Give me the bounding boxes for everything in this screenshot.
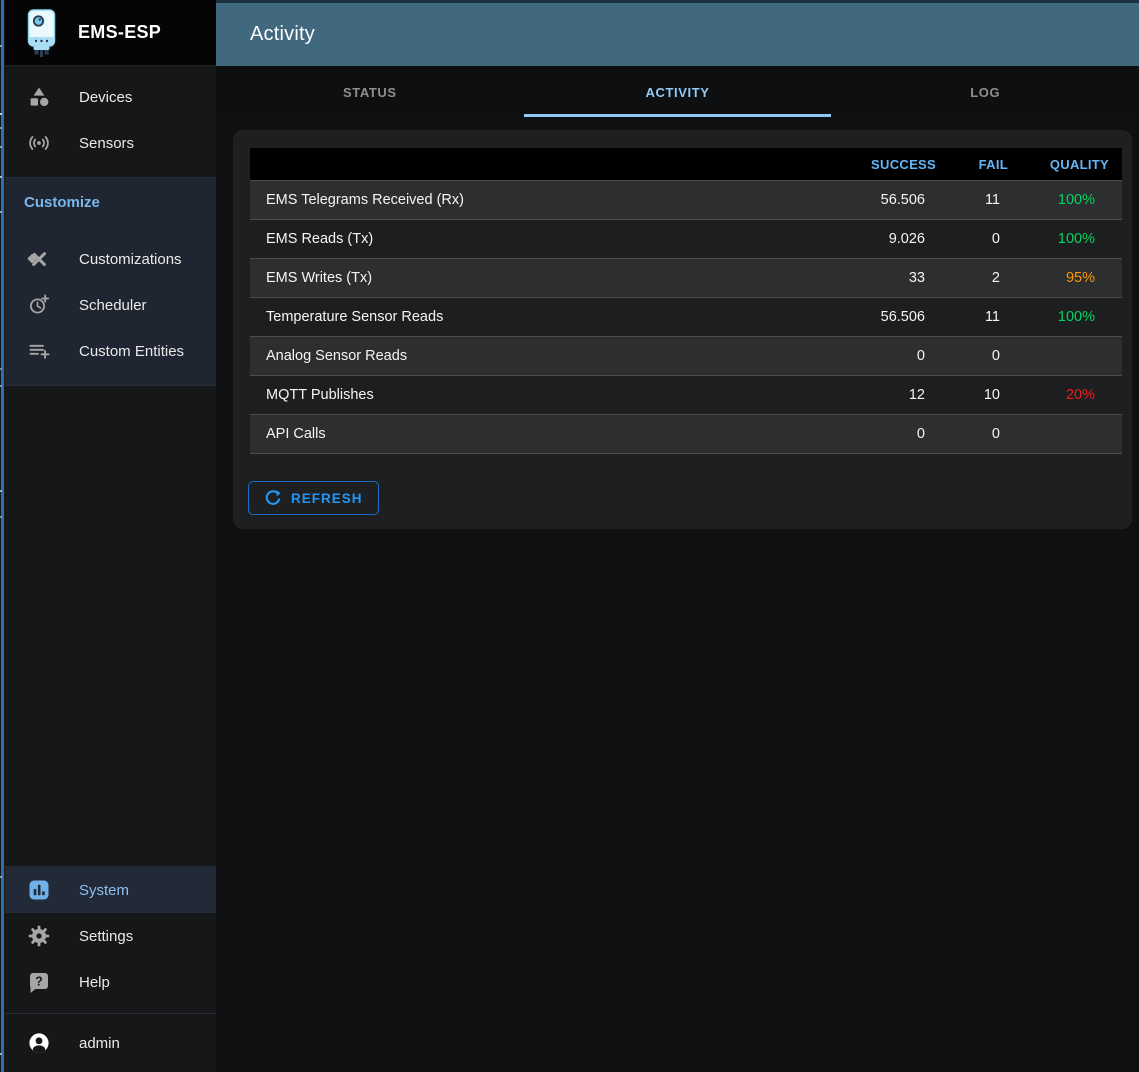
sidebar-spacer [0,386,216,866]
customize-section-label: Customize [0,188,216,218]
refresh-button-label: REFRESH [291,491,363,506]
user-name-label: admin [79,1035,120,1052]
table-row: MQTT Publishes121020% [250,375,1122,414]
analytics-icon [27,878,51,902]
table-row: EMS Writes (Tx)33295% [250,258,1122,297]
fail-value: 10 [936,387,1026,403]
sidebar-item-sensors[interactable]: Sensors [0,120,216,166]
row-label: MQTT Publishes [250,387,816,403]
table-row: EMS Telegrams Received (Rx)56.50611100% [250,180,1122,219]
fail-value: 0 [936,426,1026,442]
row-label: EMS Reads (Tx) [250,231,816,247]
sidebar-item-label: Customizations [79,251,182,268]
quality-value: 100% [1026,192,1122,208]
row-label: API Calls [250,426,816,442]
category-icon [27,85,51,109]
fail-value: 11 [936,192,1026,208]
fail-value: 0 [936,348,1026,364]
sidebar-item-label: Custom Entities [79,343,184,360]
success-value: 12 [816,387,936,403]
sidebar-item-label: Devices [79,89,132,106]
quality-value: 100% [1026,231,1122,247]
row-label: EMS Writes (Tx) [250,270,816,286]
playlist-add-icon [27,339,51,363]
row-label: EMS Telegrams Received (Rx) [250,192,816,208]
sidebar-item-system[interactable]: System [0,867,216,913]
fail-value: 0 [936,231,1026,247]
refresh-icon [264,489,282,507]
sidebar-item-customizations[interactable]: Customizations [0,236,216,282]
quality-value: 100% [1026,309,1122,325]
column-header-fail: FAIL [936,157,1026,172]
fail-value: 11 [936,309,1026,325]
column-header-success: SUCCESS [816,157,936,172]
fail-value: 2 [936,270,1026,286]
tab-status[interactable]: STATUS [216,66,524,117]
appbar: Activity [216,0,1139,66]
sidebar-user-section: admin [0,1013,216,1072]
sidebar: EMS-ESP Devices [0,0,216,1072]
tab-log[interactable]: LOG [831,66,1139,117]
app-logo: EMS-ESP [0,0,216,66]
main-area: Activity STATUS ACTIVITY LOG SUCCESS FAI… [216,0,1139,1072]
boiler-logo-icon [25,8,59,58]
sidebar-bottom-nav: System [0,866,216,1013]
tab-bar: STATUS ACTIVITY LOG [216,66,1139,117]
quality-value: 20% [1026,387,1122,403]
more-time-icon [27,293,51,317]
app-name: EMS-ESP [78,22,161,43]
success-value: 56.506 [816,309,936,325]
table-row: API Calls00 [250,414,1122,453]
sidebar-item-devices[interactable]: Devices [0,74,216,120]
success-value: 56.506 [816,192,936,208]
gear-icon [27,924,51,948]
sidebar-item-admin[interactable]: admin [0,1020,216,1066]
window-edge-strip [0,0,5,1072]
edge-pixels [0,0,2,2]
table-header-row: SUCCESS FAIL QUALITY [250,148,1122,180]
table-row: Temperature Sensor Reads56.50611100% [250,297,1122,336]
sidebar-item-label: Scheduler [79,297,147,314]
table-row: EMS Reads (Tx)9.0260100% [250,219,1122,258]
page-title: Activity [250,23,315,46]
success-value: 33 [816,270,936,286]
sidebar-item-scheduler[interactable]: Scheduler [0,282,216,328]
sidebar-item-settings[interactable]: Settings [0,913,216,959]
success-value: 0 [816,426,936,442]
sidebar-item-help[interactable]: ? Help [0,959,216,1005]
success-value: 9.026 [816,231,936,247]
sidebar-item-label: System [79,882,129,899]
sidebar-item-label: Help [79,974,110,991]
quality-value: 95% [1026,270,1122,286]
sidebar-main-nav: Devices Sensors [0,66,216,177]
column-header-quality: QUALITY [1026,157,1122,172]
svg-text:?: ? [35,975,43,989]
sidebar-item-label: Settings [79,928,133,945]
refresh-button[interactable]: REFRESH [248,481,379,515]
activity-table-body: EMS Telegrams Received (Rx)56.50611100%E… [250,180,1122,454]
table-row: Analog Sensor Reads00 [250,336,1122,375]
success-value: 0 [816,348,936,364]
sidebar-customize-section: Customize Customizations [0,177,216,386]
sensors-icon [27,131,51,155]
tab-activity[interactable]: ACTIVITY [524,66,832,117]
sidebar-item-custom-entities[interactable]: Custom Entities [0,328,216,374]
account-circle-icon [27,1031,51,1055]
help-bubble-icon: ? [27,970,51,994]
activity-card: SUCCESS FAIL QUALITY EMS Telegrams Recei… [233,130,1132,529]
sidebar-item-label: Sensors [79,135,134,152]
activity-table: SUCCESS FAIL QUALITY EMS Telegrams Recei… [250,148,1122,454]
row-label: Temperature Sensor Reads [250,309,816,325]
row-label: Analog Sensor Reads [250,348,816,364]
construction-icon [27,247,51,271]
